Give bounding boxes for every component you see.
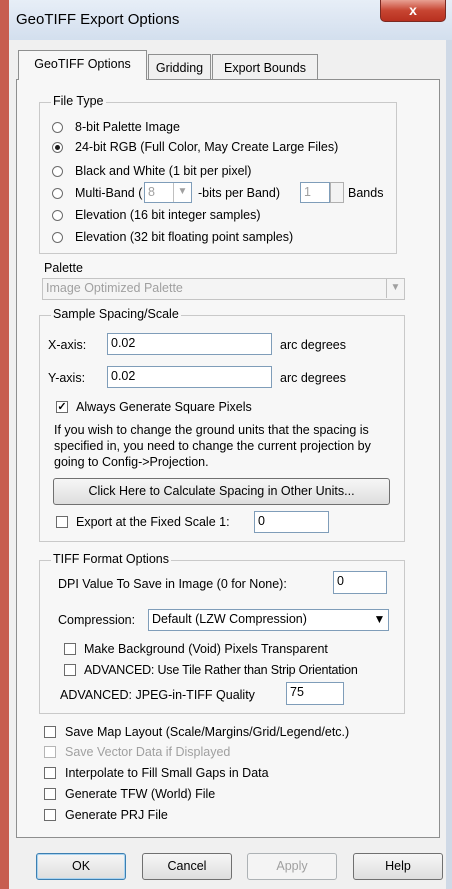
fixed-scale-input[interactable]: 0 <box>254 511 329 533</box>
chevron-down-icon: ▼ <box>373 612 386 626</box>
button-label: Click Here to Calculate Spacing in Other… <box>88 484 355 498</box>
window-frame-right <box>446 40 452 889</box>
dpi-label: DPI Value To Save in Image (0 for None): <box>58 577 287 591</box>
compression-label: Compression: <box>58 613 136 627</box>
option-label: Save Map Layout (Scale/Margins/Grid/Lege… <box>65 725 350 739</box>
radio-button[interactable] <box>52 122 63 133</box>
y-axis-unit: arc degrees <box>280 371 347 385</box>
radio-label: Elevation (16 bit integer samples) <box>75 208 261 222</box>
transparent-pixels-checkbox[interactable] <box>64 643 76 655</box>
dpi-value: 0 <box>337 574 344 588</box>
fixed-scale-checkbox[interactable] <box>56 516 68 528</box>
bands-spinner[interactable] <box>330 182 344 203</box>
x-axis-value: 0.02 <box>111 336 136 350</box>
generate-prj-checkbox[interactable] <box>44 809 56 821</box>
close-icon: x <box>409 2 417 18</box>
tab-export-bounds[interactable]: Export Bounds <box>212 54 318 80</box>
tab-gridding[interactable]: Gridding <box>148 54 211 80</box>
button-label: OK <box>71 859 91 873</box>
fixed-scale-label: Export at the Fixed Scale 1: <box>76 515 230 529</box>
radio-label: 8-bit Palette Image <box>75 120 180 134</box>
option-label: Generate PRJ File <box>65 808 168 822</box>
palette-label: Palette <box>44 261 83 275</box>
option-label: Save Vector Data if Displayed <box>65 745 231 759</box>
chevron-down-icon: ▼ <box>173 183 191 202</box>
bits-per-band-select[interactable]: 8 ▼ <box>144 182 192 203</box>
window-title: GeoTIFF Export Options <box>16 11 180 28</box>
square-pixels-checkbox[interactable]: ✓ <box>56 401 68 413</box>
compression-select[interactable]: Default (LZW Compression) ▼ <box>148 609 389 631</box>
bands-input[interactable]: 1 <box>300 182 330 203</box>
dpi-input[interactable]: 0 <box>333 571 387 594</box>
button-label: Cancel <box>167 859 207 873</box>
apply-button[interactable]: Apply <box>247 853 337 880</box>
jpeg-quality-input[interactable]: 75 <box>286 682 344 705</box>
tile-orientation-label: ADVANCED: Use Tile Rather than Strip Ori… <box>84 663 358 677</box>
generate-tfw-checkbox[interactable] <box>44 788 56 800</box>
spacing-info-text: If you wish to change the ground units t… <box>54 423 371 469</box>
x-axis-spacing-input[interactable]: 0.02 <box>107 333 272 355</box>
file-type-legend: File Type <box>51 94 106 108</box>
square-pixels-label: Always Generate Square Pixels <box>76 400 252 414</box>
cancel-button[interactable]: Cancel <box>142 853 232 880</box>
button-label: Apply <box>276 859 308 873</box>
tab-geotiff-options[interactable]: GeoTIFF Options <box>18 50 147 80</box>
palette-select[interactable]: Image Optimized Palette ▼ <box>42 278 405 300</box>
tab-label: Export Bounds <box>224 61 306 75</box>
title-bar: GeoTIFF Export Options x <box>0 0 452 40</box>
y-axis-spacing-input[interactable]: 0.02 <box>107 366 272 388</box>
radio-button[interactable] <box>52 232 63 243</box>
radio-label: Black and White (1 bit per pixel) <box>75 164 252 178</box>
tab-label: GeoTIFF Options <box>34 57 131 71</box>
compression-value: Default (LZW Compression) <box>152 612 307 626</box>
fixed-scale-value: 0 <box>258 514 265 528</box>
y-axis-value: 0.02 <box>111 369 136 383</box>
x-axis-label: X-axis: <box>48 338 87 352</box>
button-label: Help <box>385 859 411 873</box>
ok-button[interactable]: OK <box>36 853 126 880</box>
radio-button[interactable] <box>52 188 63 199</box>
radio-label: Elevation (32 bit floating point samples… <box>75 230 294 244</box>
tab-label: Gridding <box>155 61 204 75</box>
radio-button-selected[interactable] <box>52 142 63 153</box>
x-axis-unit: arc degrees <box>280 338 347 352</box>
bits-per-band-label: -bits per Band) <box>198 186 280 200</box>
radio-label: 24-bit RGB (Full Color, May Create Large… <box>75 140 339 154</box>
close-button[interactable]: x <box>380 0 446 22</box>
tile-orientation-checkbox[interactable] <box>64 664 76 676</box>
transparent-pixels-label: Make Background (Void) Pixels Transparen… <box>84 642 328 656</box>
bits-value: 8 <box>148 185 155 199</box>
jpeg-quality-label: ADVANCED: JPEG-in-TIFF Quality <box>60 688 255 702</box>
window-frame-left <box>0 0 9 889</box>
option-label: Interpolate to Fill Small Gaps in Data <box>65 766 269 780</box>
bands-value: 1 <box>304 185 311 199</box>
help-button[interactable]: Help <box>353 853 443 880</box>
radio-label: Multi-Band ( <box>75 186 143 200</box>
tiff-format-legend: TIFF Format Options <box>51 552 171 566</box>
calculate-spacing-button[interactable]: Click Here to Calculate Spacing in Other… <box>53 478 390 505</box>
radio-button[interactable] <box>52 210 63 221</box>
jpeg-quality-value: 75 <box>290 685 304 699</box>
save-vector-data-checkbox[interactable] <box>44 746 56 758</box>
sample-spacing-legend: Sample Spacing/Scale <box>51 307 181 321</box>
bands-label: Bands <box>348 186 384 200</box>
y-axis-label: Y-axis: <box>48 371 86 385</box>
interpolate-gaps-checkbox[interactable] <box>44 767 56 779</box>
option-label: Generate TFW (World) File <box>65 787 216 801</box>
radio-button[interactable] <box>52 166 63 177</box>
chevron-down-icon: ▼ <box>386 279 404 298</box>
save-map-layout-checkbox[interactable] <box>44 726 56 738</box>
palette-value: Image Optimized Palette <box>46 281 183 295</box>
